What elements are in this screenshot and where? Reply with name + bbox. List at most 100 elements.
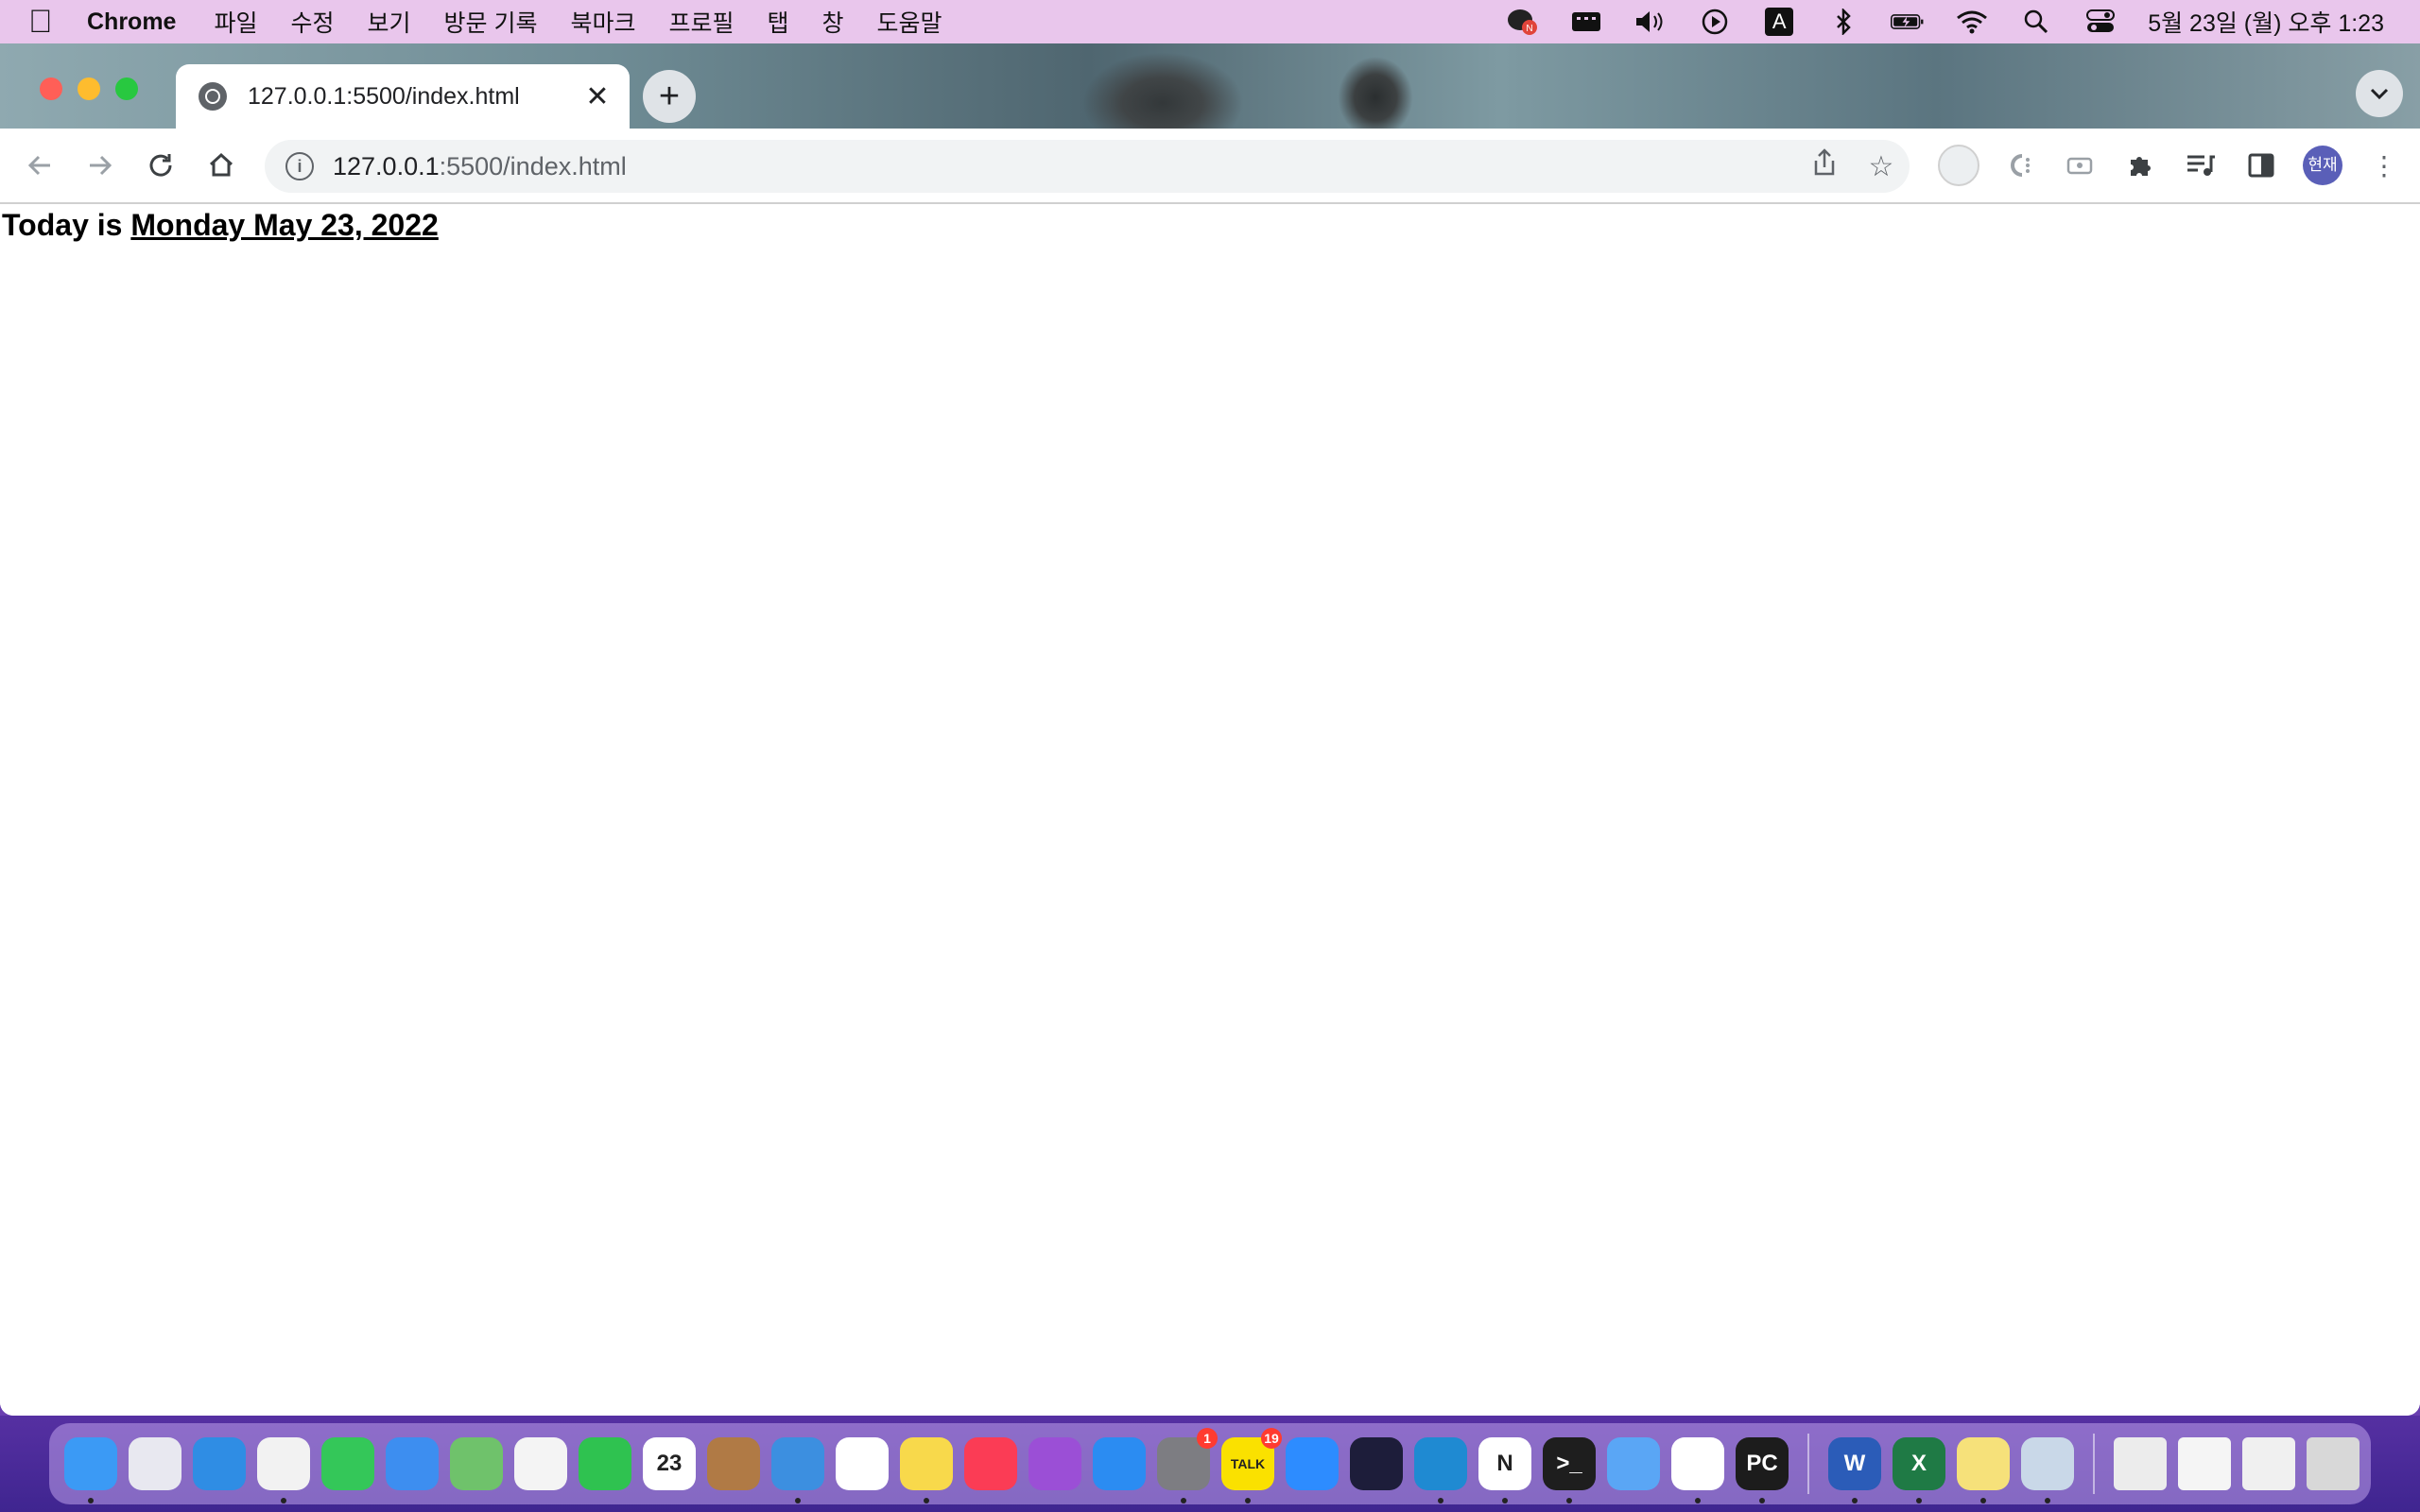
globe-icon: [199, 82, 227, 111]
input-source-icon[interactable]: A: [1762, 8, 1796, 36]
display-icon[interactable]: [1569, 8, 1603, 36]
more-menu-icon[interactable]: ⋮: [2354, 139, 2414, 192]
new-tab-button[interactable]: +: [643, 70, 696, 123]
bookmark-star-icon[interactable]: ☆: [1853, 150, 1910, 183]
arrow-left-icon: [27, 155, 50, 176]
menu-view[interactable]: 보기: [368, 5, 411, 39]
dock-launchpad-icon[interactable]: [129, 1437, 182, 1490]
battery-icon[interactable]: [1891, 8, 1925, 36]
dock-separator: [2093, 1434, 2095, 1494]
menu-clock[interactable]: 5월 23일 (월) 오후 1:23: [2148, 5, 2384, 39]
dock-messages-icon[interactable]: [321, 1437, 374, 1490]
close-window-button[interactable]: [40, 77, 62, 100]
dock-icon-label: PC: [1746, 1451, 1778, 1476]
volume-icon[interactable]: [1634, 8, 1668, 36]
dock-kakaotalk-icon[interactable]: TALK 19: [1221, 1428, 1282, 1503]
dock-remote-app-icon[interactable]: [1350, 1437, 1403, 1490]
dock-icon-label: W: [1843, 1451, 1866, 1476]
extension-icon[interactable]: [1928, 139, 1989, 192]
dock-facetime-icon[interactable]: [579, 1437, 631, 1490]
dock-stickies-icon[interactable]: [1957, 1437, 2010, 1503]
dock-podcasts-icon[interactable]: [1028, 1437, 1081, 1490]
dock-terminal-icon[interactable]: >_: [1543, 1437, 1596, 1503]
dock-simulator-icon[interactable]: [1607, 1437, 1660, 1490]
dock-icon-label: TALK: [1230, 1456, 1266, 1471]
reload-button[interactable]: [130, 135, 191, 196]
menu-profiles[interactable]: 프로필: [668, 5, 734, 39]
dock-word-icon[interactable]: W: [1828, 1437, 1881, 1503]
dock-chrome-window-thumbnail-icon[interactable]: [2178, 1437, 2231, 1490]
url-text[interactable]: 127.0.0.1:5500/index.html: [333, 152, 1796, 181]
dock-pycharm-icon[interactable]: PC: [1736, 1437, 1789, 1503]
dock-preview-icon[interactable]: [2021, 1437, 2074, 1503]
minimize-window-button[interactable]: [78, 77, 100, 100]
menu-app-name[interactable]: Chrome: [87, 9, 176, 36]
zoom-window-button[interactable]: [115, 77, 138, 100]
page-content: Today is Monday May 23, 2022: [0, 204, 2420, 1416]
dock-trash-icon[interactable]: [2307, 1437, 2360, 1490]
dock-music-icon[interactable]: [964, 1437, 1017, 1490]
menu-help[interactable]: 도움말: [877, 5, 942, 39]
tab-active[interactable]: 127.0.0.1:5500/index.html ✕: [176, 64, 630, 129]
wifi-icon[interactable]: [1955, 8, 1989, 36]
date-link[interactable]: Monday May 23, 2022: [130, 208, 438, 242]
profile-avatar[interactable]: 현재: [2303, 146, 2342, 185]
dock-mail-icon[interactable]: [386, 1437, 439, 1490]
menu-file[interactable]: 파일: [214, 5, 257, 39]
extension-icon[interactable]: [2049, 139, 2110, 192]
menu-window[interactable]: 창: [822, 5, 844, 39]
home-button[interactable]: [191, 135, 251, 196]
dock-slack-icon[interactable]: [1671, 1437, 1724, 1503]
address-bar[interactable]: i 127.0.0.1:5500/index.html ☆: [265, 140, 1910, 193]
back-button[interactable]: [9, 135, 70, 196]
running-indicator: [1695, 1498, 1701, 1503]
menu-history[interactable]: 방문 기록: [444, 5, 538, 39]
site-info-icon[interactable]: i: [285, 152, 314, 180]
dock-contacts-icon[interactable]: [707, 1437, 760, 1490]
dock-notes-icon[interactable]: [900, 1437, 953, 1503]
dock-icon-label: N: [1496, 1451, 1513, 1476]
dock-xcode-icon[interactable]: [771, 1437, 824, 1503]
media-controls-icon[interactable]: [2170, 139, 2231, 192]
side-panel-icon[interactable]: [2231, 139, 2291, 192]
apple-icon[interactable]: : [28, 0, 79, 43]
dock-icon-label: >_: [1556, 1451, 1582, 1476]
tab-strip: 127.0.0.1:5500/index.html ✕ +: [0, 43, 2420, 129]
dock-reminders-icon[interactable]: [836, 1437, 889, 1490]
chevron-down-icon: [2370, 88, 2389, 100]
dock-document-thumbnail-icon[interactable]: [2114, 1437, 2167, 1490]
dock-photos-icon[interactable]: [514, 1437, 567, 1490]
menu-bookmarks[interactable]: 북마크: [570, 5, 635, 39]
messenger-icon[interactable]: N: [1505, 8, 1539, 36]
control-center-icon[interactable]: [2083, 8, 2118, 36]
dock-calendar-icon[interactable]: 23: [643, 1437, 696, 1490]
dock: 23 1 TALK 19 N >_ PC W X: [49, 1423, 2371, 1504]
menu-tab[interactable]: 탭: [768, 5, 789, 39]
dock-chrome-window-thumbnail-2-icon[interactable]: [2242, 1437, 2295, 1490]
forward-button[interactable]: [70, 135, 130, 196]
dock-system-preferences-icon[interactable]: 1: [1157, 1428, 1218, 1503]
svg-text:N: N: [1527, 24, 1533, 34]
extension-icon[interactable]: [1989, 139, 2049, 192]
dock-app-store-icon[interactable]: [1093, 1437, 1146, 1490]
dock-chrome-icon[interactable]: [257, 1437, 310, 1503]
share-icon[interactable]: [1796, 148, 1853, 184]
dock-safari-icon[interactable]: [193, 1437, 246, 1490]
today-prefix: Today is: [2, 208, 131, 242]
bluetooth-icon[interactable]: [1826, 8, 1860, 36]
theme-decoration: [1068, 43, 1257, 129]
dock-zoom-icon[interactable]: [1286, 1437, 1339, 1490]
dock-notion-icon[interactable]: N: [1478, 1437, 1531, 1503]
browser-window: 127.0.0.1:5500/index.html ✕ + i 127.0.0.…: [0, 43, 2420, 1416]
dock-vscode-icon[interactable]: [1414, 1437, 1467, 1503]
dock-excel-icon[interactable]: X: [1893, 1437, 1945, 1503]
tab-close-icon[interactable]: ✕: [579, 80, 616, 113]
menu-edit[interactable]: 수정: [290, 5, 334, 39]
dock-maps-icon[interactable]: [450, 1437, 503, 1490]
dock-finder-icon[interactable]: [64, 1437, 117, 1503]
puzzle-icon[interactable]: [2110, 139, 2170, 192]
play-icon[interactable]: [1698, 8, 1732, 36]
tab-search-button[interactable]: [2356, 70, 2403, 117]
running-indicator: [1852, 1498, 1858, 1503]
spotlight-icon[interactable]: [2019, 8, 2053, 36]
